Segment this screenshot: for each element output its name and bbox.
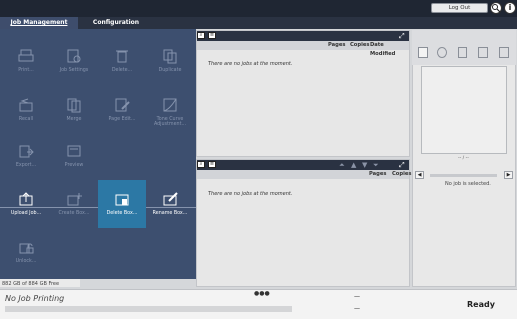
unlock-icon (17, 238, 35, 256)
menu-item-create-box: Create Box... (50, 180, 98, 228)
queue-list-toolbar: ⌕ ≡ ⏶ ▲ ▼ ⏷ ⤢ (197, 160, 409, 170)
settings-icon[interactable] (437, 47, 447, 58)
tab-configuration[interactable]: Configuration (80, 17, 152, 29)
export-icon (17, 142, 35, 160)
menu-item-tone-curve: Tone Curve Adjustment... (146, 86, 194, 134)
menu-item-merge: Merge (50, 86, 98, 134)
column-copies[interactable]: Copies (392, 170, 411, 179)
storage-status: 882 GB of 884 GB Free (2, 281, 60, 287)
job-list-header: Pages Copies Date Modified (197, 41, 409, 57)
recall-icon (17, 96, 35, 114)
next-page-button[interactable]: ▶ (504, 171, 513, 179)
move-down-icon[interactable]: ▼ (362, 161, 367, 169)
status-dash-2: — (354, 305, 360, 312)
list-view-icon[interactable]: ≡ (208, 161, 216, 168)
menu-item-rename-box[interactable]: Rename Box... (146, 180, 194, 228)
edit-icon[interactable] (499, 47, 509, 58)
prev-page-button[interactable]: ◀ (415, 171, 424, 179)
upload-job-icon (17, 190, 35, 208)
menu-item-job-settings: Job Settings (50, 37, 98, 85)
tone-curve-icon (161, 96, 179, 114)
details-toolbar (412, 30, 516, 65)
print-progress-bar (5, 306, 292, 312)
queue-list-panel: ⌕ ≡ ⏶ ▲ ▼ ⏷ ⤢ Pages Copies There are no … (196, 159, 411, 287)
no-job-selected: No job is selected. (445, 181, 491, 187)
column-pages[interactable]: Pages (369, 170, 386, 179)
menu-item-delete-box[interactable]: Delete Box... (98, 180, 146, 228)
preview-icon (65, 142, 83, 160)
job-management-menu: Print... Job Settings Delete... Duplicat… (0, 29, 196, 279)
duplicate-icon (161, 47, 179, 65)
move-bottom-icon[interactable]: ⏷ (373, 161, 379, 169)
print-icon[interactable] (418, 47, 428, 58)
preview-area (421, 66, 507, 154)
menu-item-print: Print... (2, 37, 50, 85)
menu-item-duplicate: Duplicate (146, 37, 194, 85)
logout-button[interactable]: Log Out (431, 3, 488, 13)
expand-icon[interactable]: ⤢ (399, 161, 407, 169)
empty-queue-message: There are no jobs at the moment. (208, 191, 293, 197)
page-edit-icon (113, 96, 131, 114)
menu-item-upload-job[interactable]: Upload Job... (2, 180, 50, 228)
merge-icon (65, 96, 83, 114)
move-up-icon[interactable]: ▲ (351, 161, 356, 169)
trash-icon (113, 47, 131, 65)
rename-box-icon (161, 190, 179, 208)
expand-icon[interactable]: ⤢ (399, 32, 407, 40)
trash-icon[interactable] (458, 47, 467, 58)
column-pages[interactable]: Pages (328, 41, 345, 50)
list-view-icon[interactable]: ≡ (208, 32, 216, 39)
menu-item-export: Export... (2, 132, 50, 180)
menu-item-recall: Recall (2, 86, 50, 134)
search-icon[interactable]: ⌕ (197, 161, 205, 168)
printing-status: No Job Printing (5, 294, 65, 303)
delete-box-icon (113, 190, 131, 208)
queue-list-header: Pages Copies (197, 170, 411, 179)
status-dash-1: — (354, 293, 360, 300)
tab-job-management[interactable]: Job Management (0, 17, 78, 29)
job-list-panel: ⌕ ≡ ⤢ Pages Copies Date Modified There a… (196, 30, 410, 157)
menu-item-unlock: Unlock... (2, 228, 50, 276)
info-icon[interactable]: i (504, 2, 516, 14)
column-date-modified[interactable]: Date Modified (370, 41, 409, 59)
column-copies[interactable]: Copies (350, 41, 369, 50)
menu-item-delete: Delete... (98, 37, 146, 85)
create-box-icon (65, 190, 83, 208)
ready-status: Ready (467, 300, 495, 309)
move-top-icon[interactable]: ⏶ (339, 161, 345, 169)
job-settings-icon (65, 47, 83, 65)
menu-item-preview: Preview (50, 132, 98, 180)
page-slider[interactable] (430, 174, 497, 177)
menu-item-page-edit: Page Edit... (98, 86, 146, 134)
user-icon[interactable] (490, 2, 502, 14)
page-indicator: -- / -- (458, 156, 469, 161)
print-icon (17, 47, 35, 65)
search-icon[interactable]: ⌕ (197, 32, 205, 39)
job-list-toolbar: ⌕ ≡ ⤢ (197, 31, 409, 41)
duplicate-icon[interactable] (478, 47, 488, 58)
empty-jobs-message: There are no jobs at the moment. (208, 61, 293, 67)
status-bar-handle[interactable]: ●●● (254, 290, 270, 297)
